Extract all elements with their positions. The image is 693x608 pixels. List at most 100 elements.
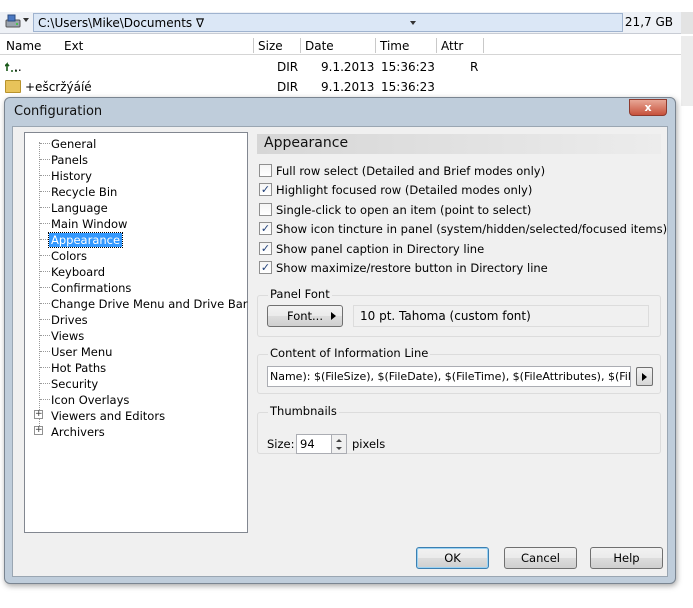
checkbox[interactable]: ✓ [259, 261, 272, 274]
tree-item-icon-overlays[interactable]: Icon Overlays [25, 392, 245, 408]
tree-item-recycle-bin[interactable]: Recycle Bin [25, 184, 245, 200]
tree-connector [40, 175, 50, 176]
configuration-dialog: Configuration x General Panels History Recy… [4, 97, 676, 584]
directory-line: C:\Users\Mike\Documents ∇ 21,7 GB [0, 12, 693, 34]
checkbox[interactable] [259, 203, 272, 216]
history-dropdown-icon[interactable] [410, 21, 416, 25]
checkbox-label: Full row select (Detailed and Brief mode… [276, 164, 546, 178]
tree-item-label: General [51, 137, 97, 151]
checkbox-label: Show panel caption in Directory line [276, 242, 485, 256]
column-separator[interactable] [253, 38, 254, 53]
tree-item-label: Main Window [51, 217, 128, 231]
tree-item-label: Hot Paths [51, 361, 107, 375]
file-size: DIR [277, 80, 299, 94]
tree-connector [40, 367, 50, 368]
tree-connector [40, 351, 50, 352]
drive-icon[interactable] [5, 14, 21, 30]
tree-item-panels[interactable]: Panels [25, 152, 245, 168]
tree-item-appearance[interactable]: Appearance [25, 232, 245, 248]
tree-item-label: Drives [51, 313, 88, 327]
tree-item-security[interactable]: Security [25, 376, 245, 392]
spin-down-icon[interactable] [336, 447, 342, 450]
tree-item-views[interactable]: Views [25, 328, 245, 344]
submenu-arrow-icon [331, 312, 336, 320]
tree-item-label: Language [51, 201, 108, 215]
expand-icon[interactable]: + [34, 426, 43, 435]
column-time[interactable]: Time [380, 39, 409, 53]
size-label: Size: [267, 437, 295, 451]
checkbox[interactable]: ✓ [259, 242, 272, 255]
current-path: C:\Users\Mike\Documents [38, 16, 193, 30]
close-button[interactable]: x [629, 99, 667, 116]
ok-button[interactable]: OK [416, 547, 489, 569]
column-separator[interactable] [436, 38, 437, 53]
checkbox-label: Single-click to open an item (point to s… [276, 203, 532, 217]
file-row-updir[interactable]: .. DIR 9.1.2013 15:36:23 R [0, 57, 681, 77]
checkbox[interactable]: ✓ [259, 222, 272, 235]
filter-icon[interactable]: ∇ [196, 16, 204, 30]
tree-connector [40, 287, 50, 288]
help-button[interactable]: Help [590, 547, 663, 569]
group-title: Thumbnails [268, 404, 339, 418]
tree-item-label: Security [51, 377, 99, 391]
file-name: .. [14, 60, 22, 74]
expand-icon[interactable]: + [34, 410, 43, 419]
tree-item-label: Colors [51, 249, 88, 263]
checkbox[interactable]: ✓ [259, 183, 272, 196]
panel-font-group: Panel Font Font... 10 pt. Tahoma (custom… [257, 287, 661, 337]
tree-item-drives[interactable]: Drives [25, 312, 245, 328]
thumbnail-size-input[interactable]: 94 [296, 434, 332, 454]
tree-item-label: Panels [51, 153, 89, 167]
scrollbar-track[interactable] [681, 36, 693, 106]
free-space: 21,7 GB [624, 15, 673, 29]
scrollbar[interactable] [681, 12, 693, 34]
tree-item-label: History [51, 169, 92, 183]
font-value: 10 pt. Tahoma (custom font) [353, 305, 649, 327]
tree-item-history[interactable]: History [25, 168, 245, 184]
column-separator[interactable] [300, 38, 301, 53]
spin-up-icon[interactable] [336, 439, 342, 442]
cancel-button[interactable]: Cancel [504, 547, 577, 569]
column-size[interactable]: Size [258, 39, 283, 53]
column-separator[interactable] [483, 38, 484, 53]
file-date: 9.1.2013 [321, 60, 375, 74]
tree-item-change-drive-menu-and-drive-bar[interactable]: Change Drive Menu and Drive Bar [25, 296, 248, 312]
file-name: +ešcržýáíé [25, 80, 92, 94]
file-time: 15:36:23 [381, 60, 435, 74]
group-title: Panel Font [268, 287, 332, 301]
tree-item-main-window[interactable]: Main Window [25, 216, 245, 232]
column-attr[interactable]: Attr [441, 39, 463, 53]
column-separator[interactable] [375, 38, 376, 53]
tree-item-confirmations[interactable]: Confirmations [25, 280, 245, 296]
column-ext[interactable]: Ext [64, 39, 83, 53]
tree-item-general[interactable]: General [25, 136, 245, 152]
category-tree[interactable]: General Panels History Recycle Bin Language M… [24, 132, 248, 533]
info-line-menu-button[interactable] [636, 367, 653, 386]
tree-connector [40, 319, 50, 320]
tree-connector [40, 207, 50, 208]
dialog-title: Configuration [14, 104, 103, 119]
tree-item-label: Views [51, 329, 85, 343]
file-row[interactable]: +ešcržýáíé DIR 9.1.2013 15:36:23 [0, 77, 681, 97]
tree-item-archivers[interactable]: + Archivers [25, 424, 245, 440]
tree-item-user-menu[interactable]: User Menu [25, 344, 245, 360]
column-date[interactable]: Date [305, 39, 334, 53]
file-time: 15:36:23 [381, 80, 435, 94]
checkbox[interactable] [259, 164, 272, 177]
font-button[interactable]: Font... [267, 305, 343, 327]
tree-connector [40, 191, 50, 192]
tree-item-language[interactable]: Language [25, 200, 245, 216]
tree-item-keyboard[interactable]: Keyboard [25, 264, 245, 280]
tree-connector [40, 143, 50, 144]
tree-connector [40, 223, 50, 224]
drive-menu-arrow-icon[interactable] [23, 18, 29, 22]
thumbnail-size-spinner[interactable] [332, 434, 347, 454]
path-field[interactable]: C:\Users\Mike\Documents ∇ [33, 13, 623, 32]
tree-item-viewers-and-editors[interactable]: + Viewers and Editors [25, 408, 245, 424]
tree-item-hot-paths[interactable]: Hot Paths [25, 360, 245, 376]
info-line-input[interactable]: Name): $(FileSize), $(FileDate), $(FileT… [267, 366, 631, 387]
tree-item-label: Confirmations [51, 281, 132, 295]
column-name[interactable]: Name [6, 39, 41, 53]
tree-item-label: Appearance [47, 232, 124, 248]
tree-item-colors[interactable]: Colors [25, 248, 245, 264]
